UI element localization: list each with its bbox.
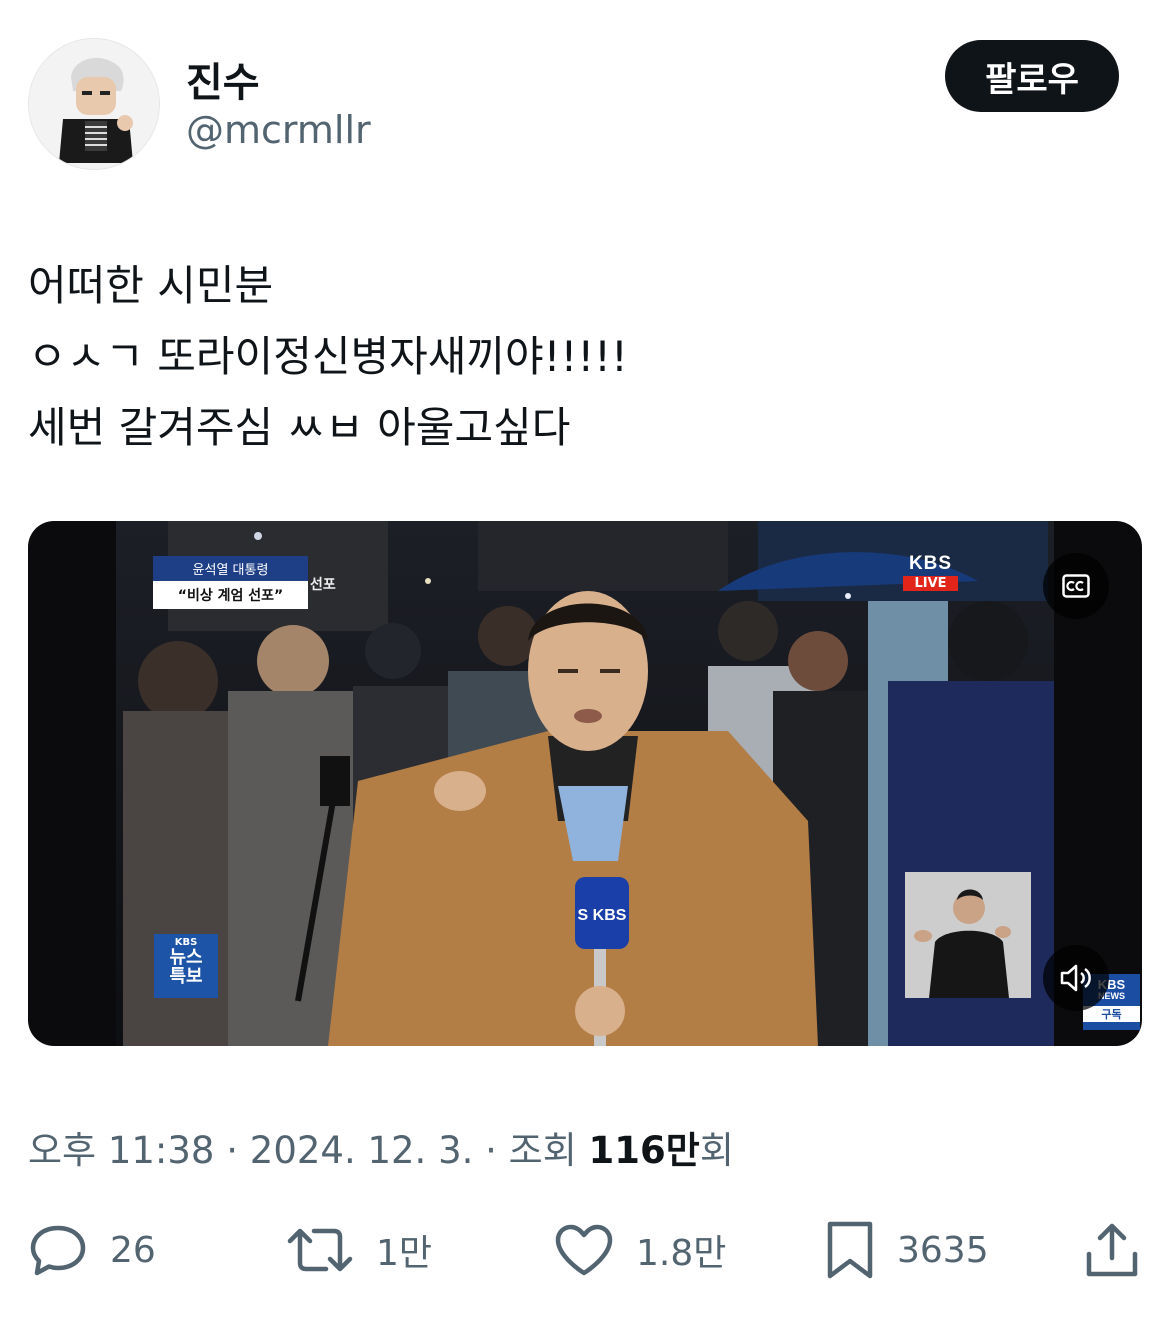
interpreter-figure-icon xyxy=(905,872,1031,998)
meta-separator: · xyxy=(226,1129,239,1172)
sign-language-inset xyxy=(905,872,1031,998)
cc-icon xyxy=(1062,574,1090,598)
repost-button[interactable]: 1만 xyxy=(286,1215,432,1285)
like-button[interactable]: 1.8만 xyxy=(554,1215,726,1285)
views-prefix: 조회 xyxy=(508,1129,577,1172)
kbs-logo: KBS xyxy=(908,553,953,574)
views-count: 116만 xyxy=(588,1129,700,1172)
repost-count: 1만 xyxy=(376,1233,433,1274)
badge-kbs: KBS xyxy=(174,937,198,948)
reply-button[interactable]: 26 xyxy=(28,1215,156,1285)
bookmark-button[interactable]: 3635 xyxy=(825,1215,989,1285)
tweet-line: 어떠한 시민분 xyxy=(28,261,274,310)
tweet-text: 어떠한 시민분 ㅇㅅㄱ 또라이정신병자새끼야!!!!! 세번 갈겨주심 ㅆㅂ 아… xyxy=(28,250,1138,463)
repost-icon xyxy=(287,1228,353,1272)
video-player[interactable]: S KBS 윤석열 대통령 “비상 계엄 선포” 선포 KBS LIVE KBS… xyxy=(28,521,1142,1046)
volume-icon xyxy=(1060,964,1091,992)
user-handle[interactable]: @mcrmllr xyxy=(186,108,371,152)
captions-button[interactable] xyxy=(1043,553,1109,619)
tweet-time[interactable]: 오후 11:38 xyxy=(28,1129,214,1172)
reply-icon xyxy=(30,1225,86,1276)
badge-line-2: 특보 xyxy=(169,966,203,987)
kbs-live-logo: KBS LIVE xyxy=(903,553,958,591)
tweet-meta: 오후 11:38 · 2024. 12. 3. · 조회 116만회 xyxy=(28,1120,734,1174)
bookmark-count: 3635 xyxy=(897,1229,989,1271)
badge-line-1: 뉴스 xyxy=(169,947,203,968)
follow-button[interactable]: 팔로우 xyxy=(945,40,1119,112)
display-name[interactable]: 진수 xyxy=(186,50,260,108)
volume-button[interactable] xyxy=(1043,945,1109,1011)
heart-icon xyxy=(555,1224,613,1276)
news-special-badge: KBS 뉴스 특보 xyxy=(154,934,218,998)
avatar[interactable] xyxy=(28,38,160,170)
reply-count: 26 xyxy=(110,1229,156,1271)
subscribe-label: 구독 xyxy=(1083,1006,1140,1022)
bookmark-icon xyxy=(827,1221,873,1279)
like-count: 1.8만 xyxy=(636,1233,727,1274)
share-button[interactable] xyxy=(1083,1215,1141,1285)
tweet-date[interactable]: 2024. 12. 3. xyxy=(250,1129,474,1172)
share-icon xyxy=(1086,1223,1138,1277)
avatar-figure-icon xyxy=(29,39,159,169)
views-suffix: 회 xyxy=(699,1129,734,1172)
news-headline-box: 윤석열 대통령 “비상 계엄 선포” xyxy=(153,556,308,609)
mic-kbs-label: S KBS xyxy=(578,907,627,924)
headline-extra: 선포 xyxy=(310,577,336,593)
live-badge: LIVE xyxy=(903,576,958,591)
headline-top: 윤석열 대통령 xyxy=(153,556,308,581)
meta-separator: · xyxy=(485,1129,497,1172)
tweet-line: ㅇㅅㄱ 또라이정신병자새끼야!!!!! xyxy=(28,332,628,381)
headline-main: “비상 계엄 선포” xyxy=(153,581,308,609)
tweet-line: 세번 갈겨주심 ㅆㅂ 아울고싶다 xyxy=(28,403,571,452)
